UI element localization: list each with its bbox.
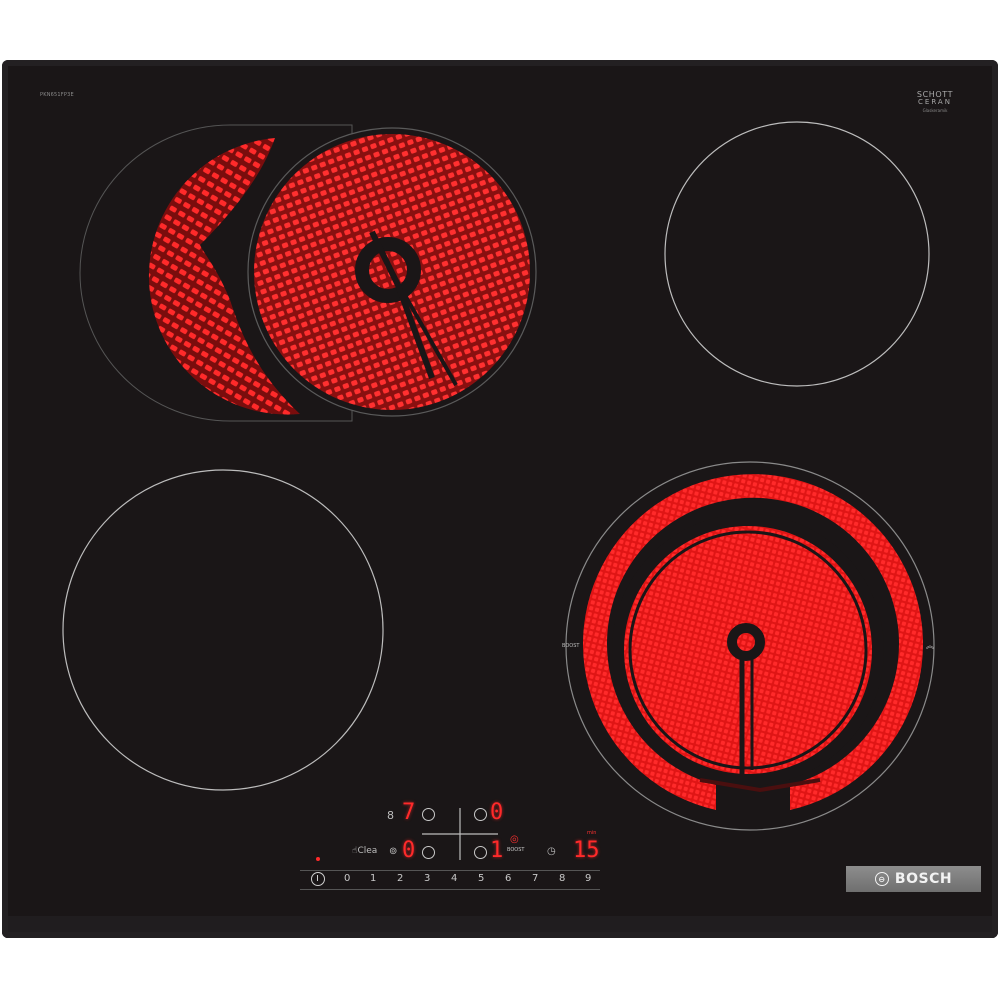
- slider-tick[interactable]: 3: [424, 873, 430, 884]
- boil-icon[interactable]: ⊚: [389, 846, 397, 858]
- slider-tick[interactable]: 9: [585, 873, 591, 884]
- slider-tick[interactable]: 8: [559, 873, 565, 884]
- bosch-logo-icon: ⊖: [874, 872, 889, 886]
- timer-display: 15: [573, 838, 600, 863]
- slider-tick[interactable]: 6: [505, 873, 511, 884]
- brand-badge: ⊖ BOSCH: [846, 866, 981, 892]
- power-button[interactable]: [311, 872, 325, 886]
- zone-display-bottom-left: 0: [402, 838, 416, 863]
- power-slider[interactable]: 0 1 2 3 4 5 6 7 8 9: [300, 870, 600, 890]
- zone-front-left-extended[interactable]: [79, 124, 537, 422]
- timer-unit: min: [587, 830, 597, 836]
- zone-display-bottom-right: 1: [490, 838, 504, 863]
- boost-label: BOOST: [562, 643, 580, 649]
- slider-tick[interactable]: 4: [451, 873, 457, 884]
- zone-select-bottom-right[interactable]: [474, 846, 487, 859]
- brand-name: BOSCH: [894, 871, 953, 887]
- zone-bottom-left[interactable]: [62, 469, 384, 791]
- wipe-protect-button[interactable]: ☝Clea: [352, 845, 377, 857]
- wipe-protect-label: Clea: [357, 846, 378, 856]
- zone-top-right[interactable]: [664, 121, 930, 387]
- power-indicator-led: [316, 857, 320, 861]
- zone-display-top-left: 7: [402, 800, 416, 825]
- slider-tick[interactable]: 0: [344, 873, 350, 884]
- slider-tick[interactable]: 1: [370, 873, 376, 884]
- zone-select-bottom-left[interactable]: [422, 846, 435, 859]
- extended-zone-icon[interactable]: 8: [387, 810, 394, 822]
- zone-bottom-right-dual[interactable]: [565, 461, 935, 831]
- slider-tick[interactable]: 5: [478, 873, 484, 884]
- boost-button-label: BOOST: [507, 847, 525, 853]
- boost-icon[interactable]: ◎: [510, 834, 519, 846]
- dual-zone-indicator-icon: ︽: [926, 641, 934, 650]
- slider-tick[interactable]: 7: [532, 873, 538, 884]
- slider-tick[interactable]: 2: [397, 873, 403, 884]
- timer-icon[interactable]: ◷: [547, 846, 556, 858]
